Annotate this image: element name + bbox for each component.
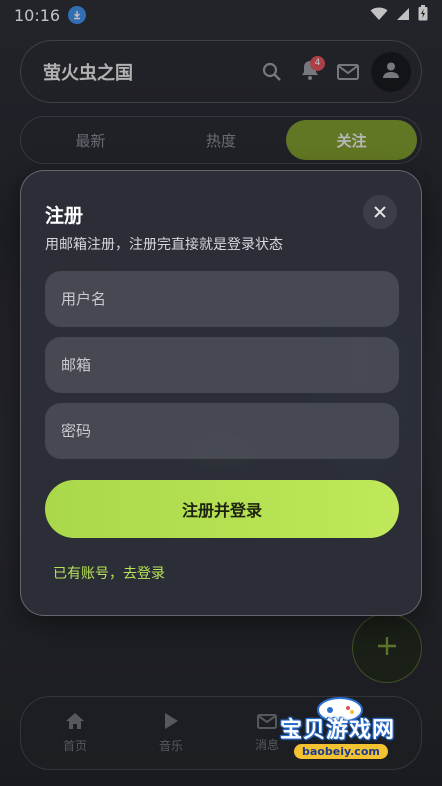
email-input[interactable] — [61, 356, 399, 374]
password-field[interactable] — [45, 403, 399, 459]
dialog-subtitle: 用邮箱注册，注册完直接就是登录状态 — [45, 237, 283, 253]
register-submit-button[interactable]: 注册并登录 — [45, 480, 399, 538]
watermark-url: baobeiy.com — [294, 744, 388, 759]
username-input[interactable] — [61, 290, 399, 308]
email-field[interactable] — [45, 337, 399, 393]
close-button[interactable] — [363, 195, 397, 229]
username-field[interactable] — [45, 271, 399, 327]
login-link[interactable]: 已有账号，去登录 — [53, 563, 165, 583]
watermark-logo: 宝贝游戏网 baobeiy.com — [280, 690, 440, 770]
close-icon — [374, 203, 386, 222]
dialog-title: 注册 — [45, 205, 84, 227]
watermark-text: 宝贝游戏网 — [280, 718, 396, 743]
password-input[interactable] — [61, 422, 399, 440]
register-dialog: 注册 用邮箱注册，注册完直接就是登录状态 注册并登录 已有账号，去登录 — [20, 170, 422, 616]
